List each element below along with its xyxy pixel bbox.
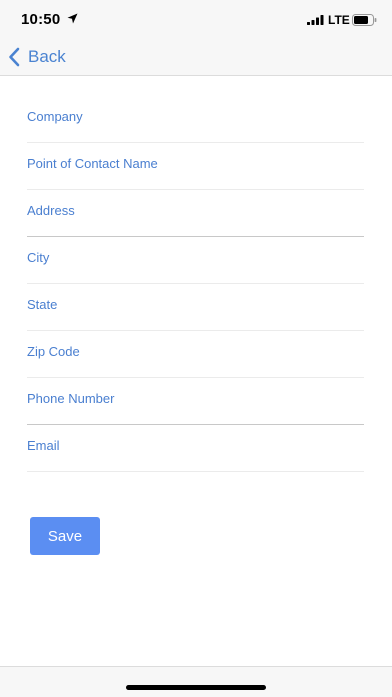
save-button[interactable]: Save [30, 517, 100, 555]
state-field [27, 284, 364, 331]
back-button[interactable]: Back [8, 46, 66, 68]
contact-form [27, 96, 364, 472]
email-field [27, 425, 364, 472]
address-input[interactable] [27, 203, 364, 218]
back-label: Back [28, 47, 66, 66]
navigation-bar: Back [0, 40, 392, 76]
home-indicator[interactable] [126, 685, 266, 690]
company-field [27, 96, 364, 143]
cellular-signal-icon [307, 15, 324, 25]
chevron-left-icon [9, 47, 20, 67]
company-input[interactable] [27, 109, 364, 124]
location-arrow-icon [67, 13, 78, 24]
phone-number-field [27, 378, 364, 425]
network-type-label: LTE [328, 13, 350, 27]
city-field [27, 237, 364, 284]
contact-name-input[interactable] [27, 156, 364, 171]
city-input[interactable] [27, 250, 364, 265]
zip-code-input[interactable] [27, 344, 364, 359]
battery-icon [352, 14, 377, 26]
contact-name-field [27, 143, 364, 190]
status-time: 10:50 [21, 11, 61, 28]
status-bar: 10:50 LTE [0, 0, 392, 40]
bottom-bar [0, 666, 392, 697]
email-input[interactable] [27, 438, 364, 453]
state-input[interactable] [27, 297, 364, 312]
zip-code-field [27, 331, 364, 378]
phone-number-input[interactable] [27, 391, 364, 406]
address-field [27, 190, 364, 237]
